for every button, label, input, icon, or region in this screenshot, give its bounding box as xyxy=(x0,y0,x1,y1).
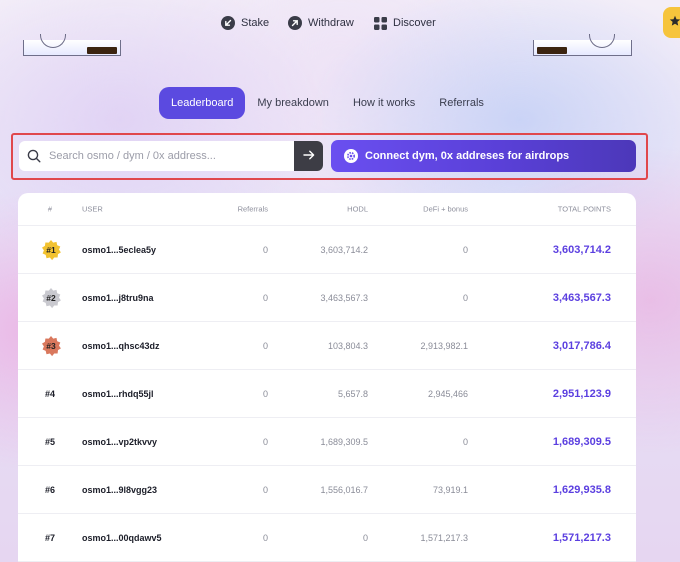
table-header: # USER Referrals HODL DeFi + bonus TOTAL… xyxy=(18,193,636,226)
header-total-points: TOTAL POINTS xyxy=(557,204,611,214)
favorites-button[interactable] xyxy=(663,7,680,38)
row-user[interactable]: osmo1...qhsc43dz xyxy=(82,341,160,351)
row-defi: 0 xyxy=(462,244,468,255)
arrow-up-right-circle-icon xyxy=(288,16,302,30)
row-hodl: 3,463,567.3 xyxy=(320,292,368,303)
row-defi: 73,919.1 xyxy=(432,484,468,495)
row-hodl: 1,556,016.7 xyxy=(320,484,368,495)
row-rank: #2 xyxy=(46,292,56,303)
search-bar xyxy=(19,141,323,171)
top-nav: Stake Withdraw Discover xyxy=(0,12,680,34)
nav-discover-label: Discover xyxy=(393,17,436,29)
row-hodl: 0 xyxy=(362,532,368,543)
settings-badge-icon xyxy=(344,149,358,163)
star-icon xyxy=(669,14,680,32)
row-user[interactable]: osmo1...9l8vgg23 xyxy=(82,485,157,495)
row-referrals: 0 xyxy=(262,484,268,495)
row-user[interactable]: osmo1...j8tru9na xyxy=(82,293,154,303)
table-row[interactable]: #2 osmo1...j8tru9na 0 3,463,567.3 0 3,46… xyxy=(18,274,636,322)
nav-stake[interactable]: Stake xyxy=(221,12,269,34)
row-referrals: 0 xyxy=(262,532,268,543)
nav-withdraw[interactable]: Withdraw xyxy=(288,12,354,34)
table-row[interactable]: #5 osmo1...vp2tkvvy 0 1,689,309.5 0 1,68… xyxy=(18,418,636,466)
gold-medal-icon: #1 xyxy=(40,239,62,261)
row-rank: #1 xyxy=(46,244,56,255)
row-total-points: 1,571,217.3 xyxy=(552,531,611,544)
row-user[interactable]: osmo1...vp2tkvvy xyxy=(82,437,157,447)
search-input[interactable] xyxy=(49,141,293,171)
row-referrals: 0 xyxy=(262,340,268,351)
table-row[interactable]: #7 osmo1...00qdawv5 0 0 1,571,217.3 1,57… xyxy=(18,514,636,562)
row-referrals: 0 xyxy=(262,436,268,447)
banner-image-right xyxy=(533,34,632,56)
banner-image-left xyxy=(23,34,121,56)
nav-withdraw-label: Withdraw xyxy=(308,17,354,29)
row-referrals: 0 xyxy=(262,388,268,399)
header-defi-bonus: DeFi + bonus xyxy=(423,204,468,214)
row-rank: #6 xyxy=(44,484,55,495)
row-rank: #7 xyxy=(44,532,55,543)
bronze-medal-icon: #3 xyxy=(40,335,62,357)
table-row[interactable]: #1 osmo1...5eclea5y 0 3,603,714.2 0 3,60… xyxy=(18,226,636,274)
row-hodl: 5,657.8 xyxy=(337,388,368,399)
tab-leaderboard[interactable]: Leaderboard xyxy=(159,87,246,119)
connect-addresses-button[interactable]: Connect dym, 0x addreses for airdrops xyxy=(331,140,636,172)
nav-discover[interactable]: Discover xyxy=(373,12,436,34)
row-total-points: 1,689,309.5 xyxy=(552,435,611,448)
row-hodl: 1,689,309.5 xyxy=(320,436,368,447)
header-hodl: HODL xyxy=(347,204,368,214)
row-total-points: 1,629,935.8 xyxy=(552,483,611,496)
row-user[interactable]: osmo1...00qdawv5 xyxy=(82,533,162,543)
row-user[interactable]: osmo1...rhdq55jl xyxy=(82,389,154,399)
tab-my-breakdown[interactable]: My breakdown xyxy=(245,87,341,119)
header-user: USER xyxy=(82,204,103,214)
connect-addresses-label: Connect dym, 0x addreses for airdrops xyxy=(365,150,570,162)
arrow-down-left-circle-icon xyxy=(221,16,235,30)
row-referrals: 0 xyxy=(262,244,268,255)
tab-referrals[interactable]: Referrals xyxy=(427,87,496,119)
row-rank: #3 xyxy=(46,340,56,351)
row-referrals: 0 xyxy=(262,292,268,303)
row-rank: #5 xyxy=(44,436,55,447)
nav-stake-label: Stake xyxy=(241,17,270,29)
row-hodl: 3,603,714.2 xyxy=(320,244,368,255)
tab-how-it-works[interactable]: How it works xyxy=(341,87,427,119)
arrow-right-icon xyxy=(302,147,315,165)
row-user[interactable]: osmo1...5eclea5y xyxy=(82,245,156,255)
leaderboard-tabs: Leaderboard My breakdown How it works Re… xyxy=(159,87,496,119)
row-defi: 0 xyxy=(462,292,468,303)
row-total-points: 3,463,567.3 xyxy=(552,291,611,304)
row-total-points: 2,951,123.9 xyxy=(552,387,611,400)
leaderboard-table: # USER Referrals HODL DeFi + bonus TOTAL… xyxy=(18,193,636,562)
header-rank: # xyxy=(47,204,53,214)
row-total-points: 3,017,786.4 xyxy=(552,339,611,352)
row-defi: 0 xyxy=(462,436,468,447)
row-defi: 1,571,217.3 xyxy=(420,532,468,543)
grid-icon xyxy=(373,16,387,30)
search-submit-button[interactable] xyxy=(294,141,323,171)
table-row[interactable]: #4 osmo1...rhdq55jl 0 5,657.8 2,945,466 … xyxy=(18,370,636,418)
silver-medal-icon: #2 xyxy=(40,287,62,309)
header-referrals: Referrals xyxy=(237,204,268,214)
table-row[interactable]: #3 osmo1...qhsc43dz 0 103,804.3 2,913,98… xyxy=(18,322,636,370)
row-defi: 2,913,982.1 xyxy=(420,340,468,351)
row-hodl: 103,804.3 xyxy=(327,340,368,351)
search-icon xyxy=(19,149,49,163)
row-rank: #4 xyxy=(44,388,55,399)
row-defi: 2,945,466 xyxy=(427,388,468,399)
row-total-points: 3,603,714.2 xyxy=(552,243,611,256)
table-row[interactable]: #6 osmo1...9l8vgg23 0 1,556,016.7 73,919… xyxy=(18,466,636,514)
